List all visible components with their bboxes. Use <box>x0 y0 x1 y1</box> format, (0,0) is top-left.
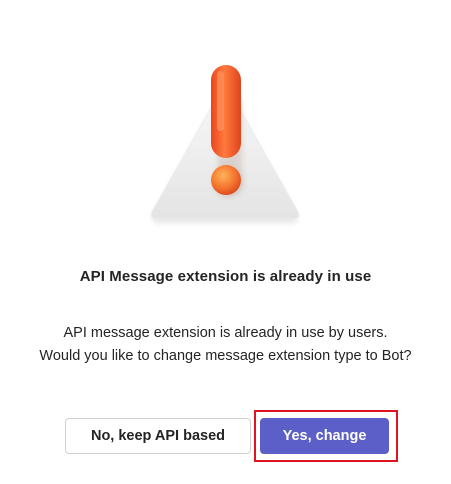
dialog-message-line-2: Would you like to change message extensi… <box>39 348 412 364</box>
keep-api-based-button[interactable]: No, keep API based <box>65 418 251 454</box>
warning-exclamation-icon <box>150 65 300 223</box>
dialog-title: API Message extension is already in use <box>79 268 372 285</box>
dialog-message-line-1: API message extension is already in use … <box>63 325 388 341</box>
dialog-message: API message extension is already in use … <box>0 322 451 368</box>
yes-change-button[interactable]: Yes, change <box>260 418 389 454</box>
change-type-dialog: API Message extension is already in use … <box>0 0 451 484</box>
